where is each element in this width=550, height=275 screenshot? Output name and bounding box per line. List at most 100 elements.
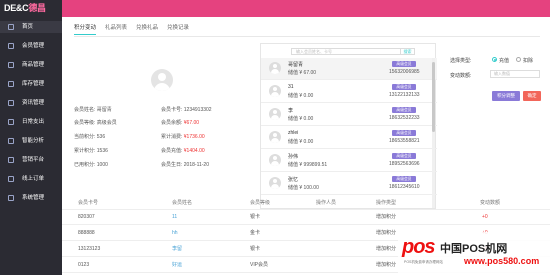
sidebar-item-analytics[interactable]: 智能分析 (0, 135, 62, 147)
status-badge: 高级会员 (392, 176, 416, 182)
sidebar-item-home[interactable]: 首页 (0, 21, 62, 33)
cell-name[interactable]: 李留 (172, 242, 182, 257)
header-amount: 变动数额 (480, 200, 501, 206)
table-row[interactable]: 820307 11 银卡 增加积分 +0 (62, 210, 550, 225)
chart-icon (8, 138, 14, 144)
status-badge: 高级会员 (392, 130, 416, 136)
list-item[interactable]: 张忆 储值 ¥ 100.00 高级会员 18612345610 (261, 173, 437, 195)
sidebar-item-settings[interactable]: 系统管理 (0, 192, 62, 204)
site-watermark: pos 中国POS机网 POS机免费申请办理网站 www.pos580.com (398, 232, 550, 275)
status-badge: 高级会员 (392, 107, 416, 113)
tab-redeem-gift[interactable]: 兑换礼品 (136, 23, 158, 35)
wallet-icon (8, 119, 14, 125)
watermark-logo: pos (402, 236, 436, 258)
list-item-balance: 储值 ¥ 0.00 (288, 139, 314, 145)
watermark-title: 中国POS机网 (440, 243, 508, 255)
sidebar-item-members[interactable]: 会员管理 (0, 40, 62, 52)
document-icon (8, 100, 14, 106)
list-item[interactable]: 哥留青 储值 ¥ 67.00 高级会员 15632006985 (261, 58, 437, 80)
member-list-scrollbar[interactable] (432, 58, 435, 208)
list-item-phone: 18952563696 (389, 161, 420, 167)
member-search-input[interactable]: 输入会员姓名、卡号 (291, 48, 401, 55)
header-level: 会员等级 (250, 200, 271, 206)
sidebar: 首页 会员管理 商品管理 库存管理 资讯管理 日常支出 智能分析 营销平台 线上… (0, 17, 62, 275)
tab-points-change[interactable]: 积分变动 (74, 23, 97, 35)
sidebar-item-label: 会员管理 (22, 43, 45, 49)
cell-level: 金卡 (250, 230, 261, 236)
status-badge: 高级会员 (392, 153, 416, 159)
list-item[interactable]: zhlei 储值 ¥ 0.00 高级会员 18653558821 (261, 127, 437, 149)
member-name: 会员姓名: 哥留青 (74, 107, 112, 113)
cart-icon (8, 176, 14, 182)
tab-divider (74, 36, 540, 37)
scroll-thumb[interactable] (432, 62, 435, 132)
list-item-balance: 储值 ¥ 0.00 (288, 93, 314, 99)
member-level: 会员等级: 高级会员 (74, 120, 117, 126)
radio-add[interactable] (492, 57, 497, 62)
member-balance: 会员余额: ¥67.00 (161, 120, 200, 126)
list-item-balance: 储值 ¥ 0.00 (288, 116, 314, 122)
app-logo[interactable]: DE&C德昌 (0, 0, 62, 17)
member-list: 输入会员姓名、卡号 搜索 哥留青 储值 ¥ 67.00 高级会员 1563200… (260, 43, 437, 209)
member-card: 会员姓名: 哥留青 会员卡号: 1234913302 会员等级: 高级会员 会员… (62, 39, 260, 199)
user-icon (8, 43, 14, 49)
cell-amount: +0 (482, 214, 488, 220)
cell-card: 0123 (78, 262, 90, 268)
cell-name[interactable]: hh (172, 226, 178, 241)
cell-card: 820307 (78, 214, 95, 220)
list-item-name: 张忆 (288, 177, 299, 183)
watermark-subtitle: POS机免费申请办理网站 (404, 260, 443, 264)
sidebar-item-label: 智能分析 (22, 138, 45, 144)
sidebar-item-online-orders[interactable]: 线上订单 (0, 173, 62, 185)
list-item-name: zhlei (288, 130, 299, 136)
status-badge: 高级会员 (392, 61, 416, 67)
sidebar-item-inventory[interactable]: 库存管理 (0, 78, 62, 90)
sidebar-item-label: 首页 (22, 24, 34, 30)
header-type: 操作类型 (376, 200, 397, 206)
member-birthday: 会员生日: 2018-11-20 (161, 162, 209, 168)
cell-name[interactable]: 11 (172, 210, 177, 225)
sidebar-item-label: 库存管理 (22, 81, 45, 87)
megaphone-icon (8, 157, 14, 163)
sidebar-item-label: 线上订单 (22, 176, 45, 182)
sidebar-item-marketing[interactable]: 营销平台 (0, 154, 62, 166)
gear-icon (8, 195, 14, 201)
avatar (269, 131, 281, 143)
list-item-name: 李 (288, 108, 294, 114)
cell-type: 增加积分 (376, 246, 397, 252)
list-item[interactable]: 孙伟 储值 ¥ 999899.51 高级会员 18952563696 (261, 150, 437, 172)
cell-card: 13123123 (78, 246, 101, 252)
list-item[interactable]: 李 储值 ¥ 0.00 高级会员 18632532233 (261, 104, 437, 126)
cell-name[interactable]: 好运 (172, 258, 182, 273)
status-badge: 高级会员 (392, 84, 416, 90)
member-card-no: 会员卡号: 1234913302 (161, 107, 212, 113)
tab-gift-list[interactable]: 礼品列表 (105, 23, 127, 35)
cell-level: 银卡 (250, 246, 261, 252)
list-item-balance: 储值 ¥ 999899.51 (288, 162, 328, 168)
list-item-balance: 储值 ¥ 100.00 (288, 185, 319, 191)
sidebar-item-label: 商品管理 (22, 62, 45, 68)
list-item-phone: 15632006985 (389, 69, 420, 75)
list-item-name: 31 (288, 84, 294, 90)
list-item[interactable]: 31 储值 ¥ 0.00 高级会员 13122132133 (261, 81, 437, 103)
tab-bar: 积分变动 礼品列表 兑换礼品 兑换记录 (74, 23, 198, 35)
cell-type: 增加积分 (376, 214, 397, 220)
list-item-phone: 18612345610 (389, 184, 420, 190)
avatar (269, 108, 281, 120)
adjust-points-button[interactable]: 积分调整 (492, 91, 520, 101)
points-amount-input[interactable]: 输入数值 (490, 70, 540, 78)
member-search-button[interactable]: 搜索 (401, 48, 415, 55)
radio-deduct[interactable] (516, 57, 521, 62)
header-name: 会员姓名 (172, 200, 193, 206)
sidebar-item-news[interactable]: 资讯管理 (0, 97, 62, 109)
sidebar-item-products[interactable]: 商品管理 (0, 59, 62, 71)
cell-card: 888888 (78, 230, 95, 236)
home-icon (8, 24, 14, 30)
qty-label: 变动数额: (450, 73, 472, 79)
confirm-button[interactable]: 确定 (523, 91, 541, 101)
member-points: 当前积分: 536 (74, 134, 106, 140)
cell-type: 增加积分 (376, 262, 397, 268)
sidebar-item-expenses[interactable]: 日常支出 (0, 116, 62, 128)
tab-redeem-records[interactable]: 兑换记录 (167, 23, 189, 35)
list-item-phone: 18632532233 (389, 115, 420, 121)
